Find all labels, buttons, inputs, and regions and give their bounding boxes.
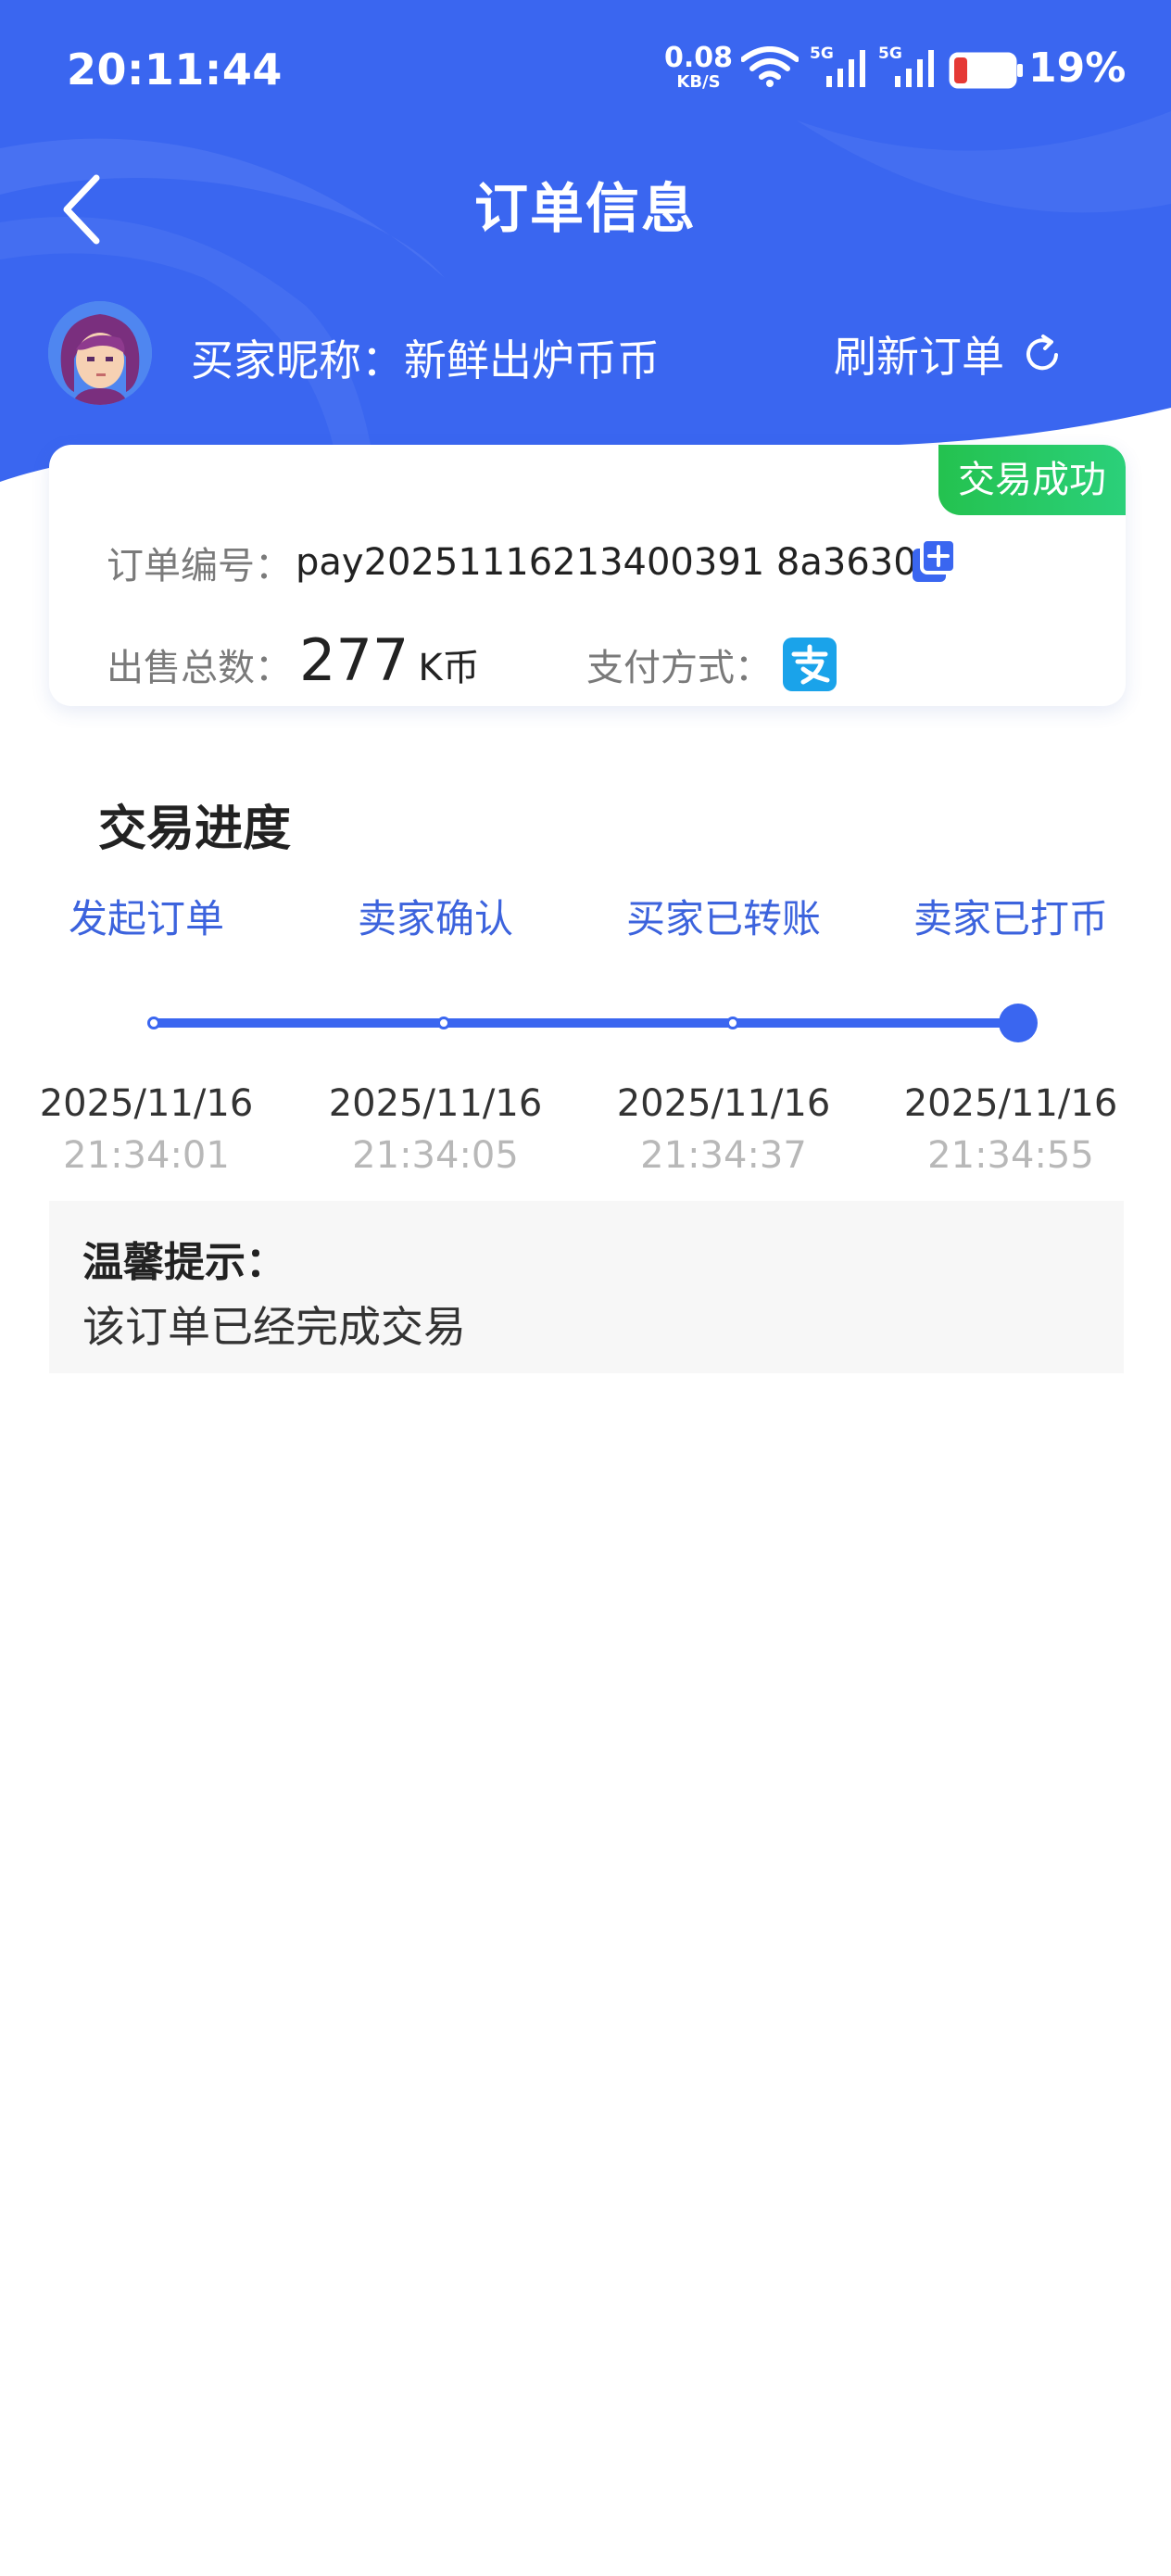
battery-percent: 19% <box>1028 44 1127 92</box>
refresh-order-label: 刷新订单 <box>834 332 1004 382</box>
progress-track <box>154 1018 1019 1028</box>
step-dot <box>437 1017 450 1029</box>
order-number-label: 订单编号： <box>107 545 292 587</box>
refresh-icon <box>1026 335 1058 371</box>
alipay-icon <box>783 638 837 691</box>
order-number-row: 订单编号： pay20251116213400391 8a3630 <box>107 536 917 589</box>
total-row: 出售总数： 277 K币 <box>107 626 480 694</box>
order-card: 交易成功 订单编号： pay20251116213400391 8a3630 出… <box>49 445 1126 706</box>
tip-box: 温馨提示： 该订单已经完成交易 <box>49 1201 1124 1373</box>
step-date: 2025/11/16 <box>903 1082 1118 1125</box>
buyer-row: 买家昵称：新鲜出炉币币 刷新订单 <box>0 301 1171 412</box>
buyer-nickname: 买家昵称：新鲜出炉币币 <box>191 335 660 385</box>
step-time: 21:34:01 <box>63 1134 230 1177</box>
progress-title: 交易进度 <box>98 802 292 857</box>
step-date: 2025/11/16 <box>39 1082 254 1125</box>
page-title: 订单信息 <box>473 177 697 240</box>
progress-steps: 发起订单 卖家确认 买家已转账 卖家已打币 2025/11/16 2025/11… <box>0 888 1171 1184</box>
signal-icon: 5G <box>810 44 867 89</box>
step-time: 21:34:55 <box>927 1134 1094 1177</box>
network-speed-value: 0.08 <box>663 42 734 74</box>
step-date: 2025/11/16 <box>328 1082 543 1125</box>
step-dot <box>147 1017 160 1029</box>
signal-icon: 5G <box>878 44 936 89</box>
step-dot <box>726 1017 739 1029</box>
step-label: 发起订单 <box>68 896 224 941</box>
step-dot-current <box>999 1004 1038 1042</box>
order-number-value: pay20251116213400391 8a3630 <box>296 541 917 584</box>
nav-bar: 订单信息 <box>0 148 1171 259</box>
avatar[interactable] <box>48 301 152 405</box>
step-date: 2025/11/16 <box>616 1082 831 1125</box>
status-bar: 20:11:44 0.08 KB/S 5G 5G 19% <box>0 0 1171 139</box>
step-label: 买家已转账 <box>625 896 821 941</box>
wifi-icon <box>741 46 799 87</box>
total-amount: 277 <box>299 626 409 694</box>
tip-title: 温馨提示： <box>82 1239 286 1286</box>
total-unit: K币 <box>418 647 480 689</box>
pay-method-label: 支付方式： <box>586 647 772 689</box>
status-time: 20:11:44 <box>67 44 283 95</box>
status-badge: 交易成功 <box>938 445 1126 515</box>
step-label: 卖家已打币 <box>913 896 1108 941</box>
network-speed: 0.08 KB/S <box>663 44 734 91</box>
network-speed-unit: KB/S <box>676 72 721 92</box>
battery-icon <box>949 52 1023 89</box>
refresh-order-button[interactable]: 刷新订单 <box>834 323 1064 385</box>
step-label: 卖家确认 <box>357 896 513 941</box>
step-time: 21:34:05 <box>352 1134 519 1177</box>
copy-icon[interactable] <box>909 536 961 587</box>
step-time: 21:34:37 <box>640 1134 807 1177</box>
pay-method-row: 支付方式： <box>586 638 837 691</box>
total-label: 出售总数： <box>107 647 292 689</box>
tip-text: 该订单已经完成交易 <box>82 1302 466 1352</box>
